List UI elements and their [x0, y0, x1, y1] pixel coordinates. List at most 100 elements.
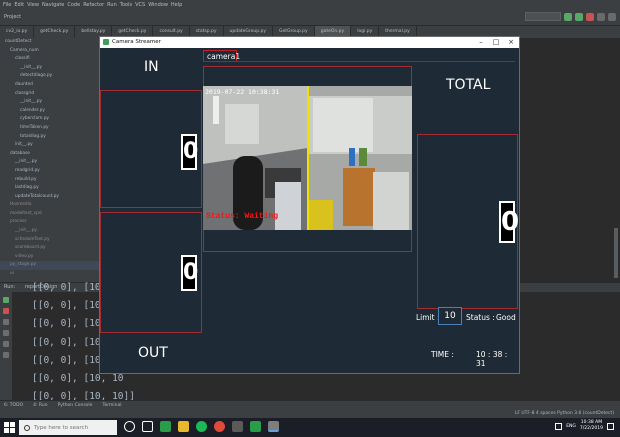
menu-item[interactable]: Refactor [83, 2, 104, 8]
tree-item[interactable]: scoreboard.py [0, 244, 100, 253]
network-icon[interactable] [555, 422, 563, 430]
tree-item[interactable]: classifi [0, 55, 100, 64]
camera-tab-label: camera1 [207, 52, 241, 61]
run-label: Run: [4, 284, 16, 290]
app-logo-icon [103, 39, 109, 45]
python-app-icon[interactable] [268, 421, 279, 432]
tree-item[interactable]: Hosmedia [0, 201, 100, 210]
close-icon[interactable]: × [503, 37, 519, 48]
minimize-icon[interactable]: – [473, 37, 489, 48]
tree-item[interactable]: modeltest_cpd [0, 210, 100, 219]
store-icon[interactable] [232, 421, 243, 432]
pause-icon[interactable] [3, 319, 9, 325]
menu-item[interactable]: File [3, 2, 11, 8]
status-label: Status : [466, 313, 495, 322]
menu-item[interactable]: Run [107, 2, 117, 8]
tree-item[interactable]: process [0, 218, 100, 227]
taskbar-search-box[interactable] [19, 420, 117, 435]
ide-toolbar: Project [0, 9, 620, 26]
out-count-panel: 0 [100, 212, 202, 333]
cortana-icon[interactable] [124, 421, 135, 432]
in-label: IN [144, 59, 159, 75]
tree-item[interactable]: rebuild.py [0, 176, 100, 185]
taskbar-search-input[interactable] [34, 424, 114, 431]
time-value: 10 : 38 : 31 [476, 350, 508, 368]
windows-start-icon[interactable] [4, 422, 15, 433]
menu-item[interactable]: Window [148, 2, 168, 8]
project-tree-panel: countDetect Camera_num classifi __init__.py… [0, 38, 100, 282]
debug-icon[interactable] [575, 12, 583, 21]
tray-clock[interactable]: 10:38 AM 7/22/2019 [580, 420, 603, 432]
editor-scrollbar[interactable] [614, 228, 618, 278]
notification-icon[interactable] [607, 422, 614, 430]
menu-item[interactable]: VCS [135, 2, 145, 8]
tree-item[interactable]: updateTotalcount.py [0, 193, 100, 202]
project-label[interactable]: Project [4, 14, 21, 20]
tree-item[interactable]: lastdiag.py [0, 184, 100, 193]
tool-window-tab[interactable]: 4: Run [33, 401, 47, 410]
menu-item[interactable]: Help [171, 2, 182, 8]
taskbar-apps [124, 421, 279, 432]
run-config-combo[interactable] [525, 12, 561, 21]
language-indicator[interactable]: ENG [566, 424, 576, 429]
spotify-icon[interactable] [196, 421, 207, 432]
editor-tab[interactable]: cv2_io.py [0, 26, 35, 38]
window-titlebar[interactable]: Camera Streamer – □ × [100, 37, 519, 48]
menu-item[interactable]: View [27, 2, 39, 8]
pycharm-app-icon[interactable] [160, 421, 171, 432]
run-icon[interactable] [564, 12, 572, 21]
tree-item[interactable]: countDetect [0, 38, 100, 47]
stop-icon[interactable] [586, 12, 594, 21]
tool-window-tab[interactable]: 6: TODO [4, 401, 23, 410]
menu-item[interactable]: Tools [120, 2, 132, 8]
rerun-icon[interactable] [3, 297, 9, 303]
tool-window-tab[interactable]: Python Console [58, 401, 93, 410]
in-count-display: 0 [181, 134, 198, 170]
menu-item[interactable]: Edit [14, 2, 24, 8]
pin-icon[interactable] [3, 352, 9, 358]
tool-window-tab[interactable]: Terminal [102, 401, 121, 410]
tree-item[interactable]: Camera_num [0, 47, 100, 56]
tree-item[interactable]: __init__.py [0, 98, 100, 107]
tree-item[interactable]: ui [0, 270, 100, 279]
in-count-panel: 0 [100, 90, 202, 208]
pycharm-window-icon[interactable] [250, 421, 261, 432]
tree-item[interactable]: classgrid [0, 90, 100, 99]
tree-item[interactable]: totaldiag.py [0, 133, 100, 142]
chrome-icon[interactable] [214, 421, 225, 432]
file-explorer-icon[interactable] [178, 421, 189, 432]
tree-item[interactable]: daunted [0, 81, 100, 90]
out-label: OUT [138, 345, 168, 361]
tree-item[interactable]: py_stage.py [0, 261, 100, 271]
menu-item[interactable]: Code [67, 2, 80, 8]
editor-tab[interactable]: getCheck.py [34, 26, 76, 38]
tree-item[interactable]: video.py [0, 253, 100, 262]
console-line: [[0, 0], [10, 10 [32, 373, 124, 384]
system-tray: ENG 10:38 AM 7/22/2019 [555, 420, 614, 432]
tree-item[interactable]: __init__.py [0, 227, 100, 236]
ide-status-bar: LF UTF-8 4 spaces Python 3.6 (countDetec… [0, 410, 620, 418]
out-count-display: 0 [181, 255, 198, 291]
tree-item[interactable]: detectdiago.py [0, 72, 100, 81]
limit-input[interactable] [438, 307, 462, 325]
total-count-panel: 0 [417, 134, 519, 309]
run-side-toolbar [0, 292, 12, 400]
settings-icon[interactable] [597, 12, 605, 21]
tree-item[interactable]: cyberclam.py [0, 115, 100, 124]
scroll-end-icon[interactable] [3, 330, 9, 336]
tree-item[interactable]: __init__.py [0, 64, 100, 73]
tree-item[interactable]: init__.py [0, 141, 100, 150]
status-info: LF UTF-8 4 spaces Python 3.6 (countDetec… [514, 411, 614, 416]
tree-item[interactable]: database [0, 150, 100, 159]
maximize-icon[interactable]: □ [488, 37, 504, 48]
tree-item[interactable]: readgrid.py [0, 167, 100, 176]
tree-item[interactable]: __init__.py [0, 158, 100, 167]
task-view-icon[interactable] [142, 421, 153, 432]
search-everywhere-icon[interactable] [608, 12, 616, 21]
tree-item[interactable]: scheduleText.py [0, 236, 100, 245]
tree-item[interactable]: calender.py [0, 107, 100, 116]
print-icon[interactable] [3, 341, 9, 347]
stop-run-icon[interactable] [3, 308, 9, 314]
menu-item[interactable]: Navigate [42, 2, 64, 8]
tree-item[interactable]: timeTaken.py [0, 124, 100, 133]
